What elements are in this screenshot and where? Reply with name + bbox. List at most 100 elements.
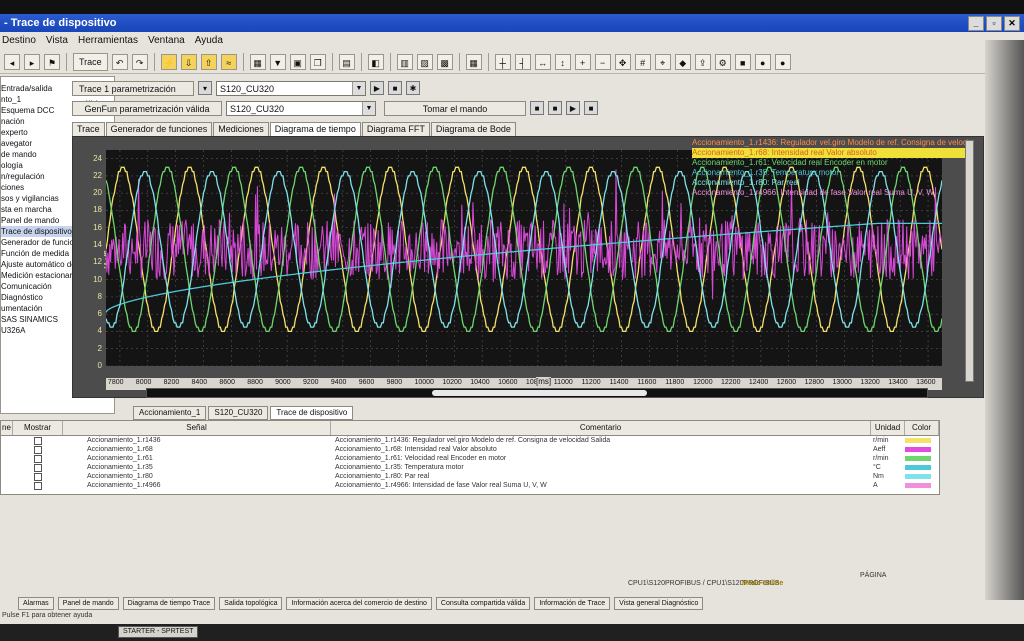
tab-accionamiento[interactable]: Accionamiento_1	[133, 406, 207, 420]
grid-icon[interactable]: #	[634, 53, 651, 70]
table-row[interactable]: Accionamiento_1.r4966 Accionamiento_1.r49…	[1, 481, 939, 490]
upload-icon[interactable]: ⇧	[200, 53, 217, 70]
tab-function-generator[interactable]: Generador de funciones	[105, 122, 213, 136]
table-row[interactable]: Accionamiento_1.r80 Accionamiento_1.r80: …	[1, 472, 939, 481]
task-tab-shared-query[interactable]: Consulta compartida válida	[435, 597, 531, 610]
restore-icon[interactable]: ▫	[986, 16, 1002, 31]
tab-measurements[interactable]: Mediciones	[213, 122, 269, 136]
chart-zoom-icon[interactable]: ▨	[416, 53, 433, 70]
calc-icon[interactable]: ▤	[338, 53, 355, 70]
menu-vista[interactable]: Vista	[46, 33, 68, 49]
chart-fit-icon[interactable]: ▩	[436, 53, 453, 70]
vertical-scrollbar[interactable]	[965, 140, 974, 382]
color-swatch[interactable]	[905, 438, 931, 443]
marker-icon[interactable]: ◆	[674, 53, 691, 70]
stop-icon[interactable]: ■	[734, 53, 751, 70]
back-icon[interactable]: ◂	[4, 53, 20, 70]
tab-s120[interactable]: S120_CU320	[208, 406, 269, 420]
color-cell[interactable]	[905, 454, 939, 463]
table-icon[interactable]: ▦	[465, 53, 482, 70]
task-tab-control-panel[interactable]: Panel de mando	[57, 597, 119, 610]
measure-icon[interactable]: ┤	[514, 53, 531, 70]
show-checkbox[interactable]	[34, 446, 42, 454]
color-swatch[interactable]	[905, 465, 931, 470]
menu-herramientas[interactable]: Herramientas	[78, 33, 138, 49]
task-tab-topology[interactable]: Salida topológica	[219, 597, 283, 610]
trace-toolbar-button[interactable]: Trace	[73, 52, 108, 71]
show-checkbox-cell[interactable]	[13, 436, 63, 445]
table-row[interactable]: Accionamiento_1.r61 Accionamiento_1.r61: …	[1, 454, 939, 463]
genfun-pause-icon[interactable]: ■	[548, 101, 562, 115]
compare-icon[interactable]: ≈	[220, 53, 237, 70]
take-control-button[interactable]: Tomar el mando	[384, 100, 526, 116]
project-icon[interactable]: ◧	[367, 53, 384, 70]
table-row[interactable]: Accionamiento_1.r35 Accionamiento_1.r35: …	[1, 463, 939, 472]
chevron-down-icon[interactable]: ▼	[362, 101, 375, 115]
show-checkbox[interactable]	[34, 464, 42, 472]
device-icon[interactable]: ▦	[249, 53, 266, 70]
task-tab-target-info[interactable]: Información acerca del comercio de desti…	[286, 597, 432, 610]
show-checkbox[interactable]	[34, 437, 42, 445]
color-cell[interactable]	[905, 481, 939, 490]
forward-icon[interactable]: ▸	[24, 53, 40, 70]
download-icon[interactable]: ▼	[269, 53, 286, 70]
load-icon[interactable]: ⇩	[180, 53, 197, 70]
tab-bode[interactable]: Diagrama de Bode	[430, 122, 516, 136]
trigger-icon[interactable]: ✱	[406, 81, 420, 95]
show-checkbox[interactable]	[34, 455, 42, 463]
genfun-stop2-icon[interactable]: ■	[584, 101, 598, 115]
color-cell[interactable]	[905, 445, 939, 454]
zoom-x-icon[interactable]: ↔	[534, 53, 551, 70]
menu-ventana[interactable]: Ventana	[148, 33, 185, 49]
copy-icon[interactable]: ❐	[309, 53, 326, 70]
color-swatch[interactable]	[905, 483, 931, 488]
scrollbar-thumb[interactable]	[432, 390, 647, 396]
minimize-icon[interactable]: _	[968, 16, 984, 31]
chevron-down-icon[interactable]: ▼	[352, 81, 365, 95]
tab-fft[interactable]: Diagrama FFT	[361, 122, 430, 136]
color-swatch[interactable]	[905, 447, 931, 452]
zoom-in-icon[interactable]: +	[574, 53, 591, 70]
snap-icon[interactable]: ⌖	[654, 53, 671, 70]
color-swatch[interactable]	[905, 474, 931, 479]
cursor-icon[interactable]: ┼	[494, 53, 511, 70]
genfun-play-icon[interactable]: ▶	[566, 101, 580, 115]
show-checkbox[interactable]	[34, 482, 42, 490]
pan-icon[interactable]: ✥	[614, 53, 631, 70]
tab-trace[interactable]: Trace	[72, 122, 105, 136]
task-tab-diagnostics[interactable]: Vista general Diagnóstico	[614, 597, 704, 610]
save-device-icon[interactable]: ▣	[289, 53, 306, 70]
close-icon[interactable]: ✕	[1004, 16, 1020, 31]
genfun-stop-icon[interactable]: ■	[530, 101, 544, 115]
redo-icon[interactable]: ↷	[131, 53, 148, 70]
trace-device-select[interactable]: S120_CU320 ▼	[216, 80, 366, 96]
menu-ayuda[interactable]: Ayuda	[195, 33, 223, 49]
color-cell[interactable]	[905, 463, 939, 472]
color-cell[interactable]	[905, 472, 939, 481]
color-swatch[interactable]	[905, 456, 931, 461]
play-icon[interactable]: ▶	[370, 81, 384, 95]
table-row[interactable]: Accionamiento_1.r1436 Accionamiento_1.r14…	[1, 436, 939, 445]
record-icon[interactable]: ●	[754, 53, 771, 70]
settings-icon[interactable]: ⚙	[714, 53, 731, 70]
taskbar-app-button[interactable]: STARTER - SPRTEST	[118, 626, 199, 638]
zoom-y-icon[interactable]: ↕	[554, 53, 571, 70]
chart-view-icon[interactable]: ▥	[396, 53, 413, 70]
accessible-nodes-icon[interactable]: ⚑	[44, 53, 60, 70]
task-tab-time-diagram[interactable]: Diagrama de tiempo Trace	[122, 597, 216, 610]
stop-square-icon[interactable]: ■	[388, 81, 402, 95]
undo-icon[interactable]: ↶	[111, 53, 128, 70]
horizontal-scrollbar[interactable]	[146, 388, 928, 398]
menu-destino[interactable]: Destino	[2, 33, 36, 49]
zoom-out-icon[interactable]: −	[594, 53, 611, 70]
show-checkbox[interactable]	[34, 473, 42, 481]
show-checkbox-cell[interactable]	[13, 472, 63, 481]
table-row[interactable]: Accionamiento_1.r68 Accionamiento_1.r68: …	[1, 445, 939, 454]
task-tab-trace-info[interactable]: Información de Trace	[534, 597, 611, 610]
show-checkbox-cell[interactable]	[13, 445, 63, 454]
circle-icon[interactable]: ●	[774, 53, 791, 70]
genfun-device-select[interactable]: S120_CU320 ▼	[226, 100, 376, 116]
task-tab-alarms[interactable]: Alarmas	[18, 597, 54, 610]
show-checkbox-cell[interactable]	[13, 463, 63, 472]
trace-status-arrow-icon[interactable]: ▾	[198, 81, 212, 95]
